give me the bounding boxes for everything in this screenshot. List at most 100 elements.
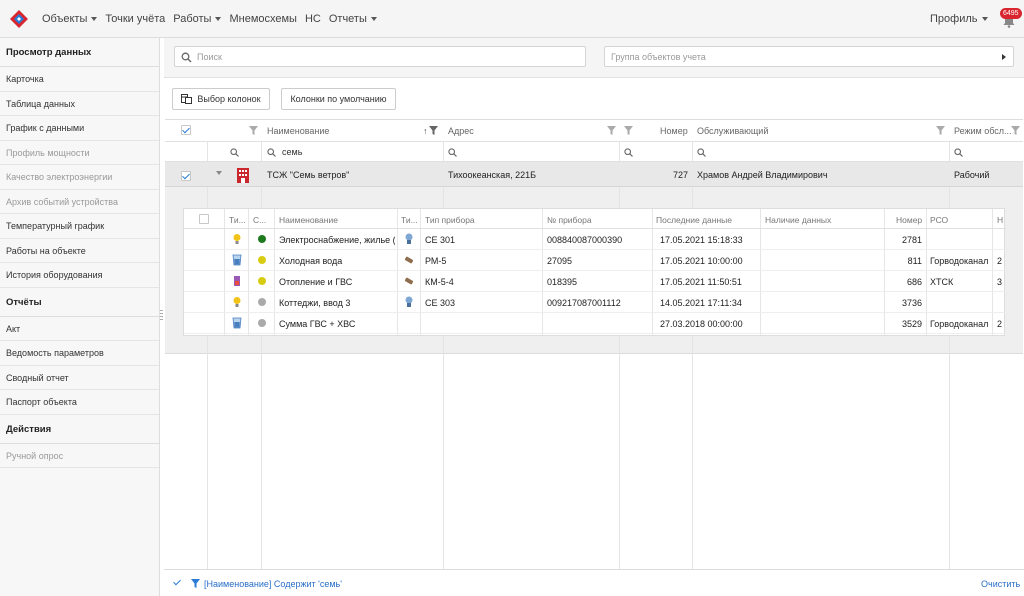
search-icon — [697, 148, 706, 157]
sidebar-item[interactable]: Температурный график — [0, 214, 159, 239]
detail-device-no: 008840087000390 — [547, 235, 623, 245]
heating-icon — [232, 275, 242, 287]
filter-icon[interactable] — [249, 126, 258, 135]
notification-badge[interactable]: 6495 — [1000, 8, 1022, 19]
sidebar-item: Ручной опрос — [0, 444, 159, 468]
search-icon — [624, 148, 633, 157]
row-mode: Рабочий — [954, 170, 990, 180]
detail-header: Ти... С... Наименование Ти... Тип прибор… — [184, 209, 1006, 229]
sidebar-item[interactable]: Паспорт объекта — [0, 390, 159, 415]
status-dot — [258, 256, 266, 264]
building-icon — [237, 168, 249, 183]
sidebar-item[interactable]: Таблица данных — [0, 92, 159, 116]
detail-device-no: 018395 — [547, 277, 578, 287]
object-group-select[interactable]: Группа объектов учета — [604, 46, 1014, 67]
cold-water-icon — [232, 317, 242, 329]
sidebar-section-title: Отчёты — [0, 288, 159, 317]
sidebar-item[interactable]: Карточка — [0, 67, 159, 92]
detail-header-name[interactable]: Наименование — [279, 215, 338, 225]
name-filter-input[interactable]: семь — [282, 147, 302, 157]
sidebar-item[interactable]: История оборудования — [0, 263, 159, 288]
nav-item-label: Объекты — [42, 13, 88, 25]
default-columns-button[interactable]: Колонки по умолчанию — [281, 88, 396, 110]
nav-item-4[interactable]: НС — [305, 13, 321, 25]
sidebar: Просмотр данных Карточка Таблица данных Гра… — [0, 38, 160, 596]
detail-row[interactable]: Коттеджи, ввод 3 CE 303 009217087001112 14.… — [184, 292, 1006, 313]
detail-row[interactable]: Холодная вода РМ-5 27095 17.05.2021 10:00:0… — [184, 250, 1006, 271]
detail-last-data: 17.05.2021 10:00:00 — [660, 256, 743, 266]
nav-item-2[interactable]: Работы — [173, 13, 222, 25]
detail-device-type: КМ-5-4 — [425, 277, 454, 287]
row-address: Тихоокеанская, 221Б — [448, 170, 536, 180]
detail-header-state[interactable]: С... — [253, 215, 273, 225]
column-header-serving[interactable]: Обслуживающий — [697, 126, 768, 136]
detail-select-all-checkbox[interactable] — [199, 214, 209, 224]
column-header-mode[interactable]: Режим обсл... — [954, 126, 1012, 136]
detail-header-rso[interactable]: РСО — [930, 215, 948, 225]
detail-header-device-type[interactable]: Тип прибора — [425, 215, 475, 225]
detail-device-no: 009217087001112 — [547, 298, 621, 308]
detail-header-last-data[interactable]: Последние данные — [656, 215, 732, 225]
detail-header-type[interactable]: Ти... — [229, 215, 247, 225]
filter-icon[interactable] — [1011, 126, 1020, 135]
chevron-right-icon — [1002, 54, 1006, 60]
sidebar-item: Качество электроэнергии — [0, 165, 159, 190]
detail-device-type: РМ-5 — [425, 256, 447, 266]
sidebar-item[interactable]: Работы на объекте — [0, 239, 159, 263]
filter-icon[interactable] — [607, 126, 616, 135]
column-header-address[interactable]: Адрес — [448, 126, 474, 136]
expand-caret-icon[interactable] — [216, 171, 222, 175]
sidebar-item[interactable]: Сводный отчет — [0, 366, 159, 390]
nav-item-0[interactable]: Объекты — [42, 13, 98, 25]
sidebar-item[interactable]: Ведомость параметров — [0, 341, 159, 366]
detail-row[interactable]: Электроснабжение, жилье (... CE 301 008840… — [184, 229, 1006, 250]
filter-enabled-checkbox[interactable] — [173, 578, 183, 588]
filter-icon[interactable] — [936, 126, 945, 135]
row-checkbox[interactable] — [181, 171, 191, 181]
nav-item-5[interactable]: Отчеты — [329, 13, 377, 25]
detail-row[interactable]: Отопление и ГВС КМ-5-4 018395 17.05.2021 11… — [184, 271, 1006, 292]
profile-menu[interactable]: Профиль — [930, 13, 988, 25]
nav-item-1[interactable]: Точки учёта — [105, 13, 165, 25]
detail-header-type2[interactable]: Ти... — [401, 215, 419, 225]
detail-number: 686 — [906, 277, 922, 287]
table-row[interactable]: ТСЖ "Семь ветров" Тихоокеанская, 221Б 72… — [165, 162, 1023, 187]
detail-header-extra[interactable]: Н — [997, 215, 1005, 225]
main-menu: Объекты Точки учёта Работы Мнемосхемы НС Отче… — [42, 13, 385, 25]
choose-columns-button[interactable]: Выбор колонок — [172, 88, 270, 110]
filter-icon[interactable] — [624, 126, 633, 135]
detail-table: Ти... С... Наименование Ти... Тип прибор… — [183, 208, 1006, 336]
search-input[interactable]: Поиск — [174, 46, 586, 67]
profile-label: Профиль — [930, 13, 978, 25]
detail-last-data: 14.05.2021 17:11:34 — [660, 298, 742, 308]
detail-header-has-data[interactable]: Наличие данных — [765, 215, 831, 225]
search-icon — [448, 148, 457, 157]
nav-item-label: Работы — [173, 13, 212, 25]
nav-item-3[interactable]: Мнемосхемы — [229, 13, 297, 25]
detail-header-device-no[interactable]: № прибора — [547, 215, 592, 225]
detail-extra: 2 — [997, 256, 1003, 266]
detail-device-type: CE 301 — [425, 235, 456, 245]
column-header-number[interactable]: Номер — [660, 126, 688, 136]
detail-row[interactable]: Сумма ГВС + ХВС 27.03.2018 00:00:00 3529 Го… — [184, 313, 1006, 334]
detail-name: Холодная вода — [279, 256, 343, 266]
select-all-checkbox[interactable] — [181, 125, 191, 135]
grid-header: Наименование ↑ Адрес Номер Обслуживающий… — [165, 120, 1023, 142]
column-header-name[interactable]: Наименование — [267, 126, 329, 136]
detail-rso: ХТСК — [930, 277, 954, 287]
sidebar-item[interactable]: График с данными — [0, 116, 159, 141]
nav-item-label: Мнемосхемы — [229, 13, 297, 25]
app-logo-icon[interactable] — [10, 10, 28, 28]
search-icon — [181, 52, 192, 63]
active-filter-text[interactable]: [Наименование] Содержит 'семь' — [204, 579, 342, 589]
grid-filter-row: семь — [165, 142, 1023, 162]
detail-header-number[interactable]: Номер — [896, 215, 922, 225]
sidebar-item: Архив событий устройства — [0, 190, 159, 214]
sidebar-item[interactable]: Акт — [0, 317, 159, 341]
search-icon — [230, 148, 239, 157]
meter-water-icon — [404, 254, 414, 266]
columns-icon — [181, 94, 193, 104]
clear-filter-link[interactable]: Очистить — [981, 579, 1020, 589]
filter-active-icon[interactable] — [429, 126, 438, 135]
sort-asc-icon[interactable]: ↑ — [423, 126, 428, 136]
